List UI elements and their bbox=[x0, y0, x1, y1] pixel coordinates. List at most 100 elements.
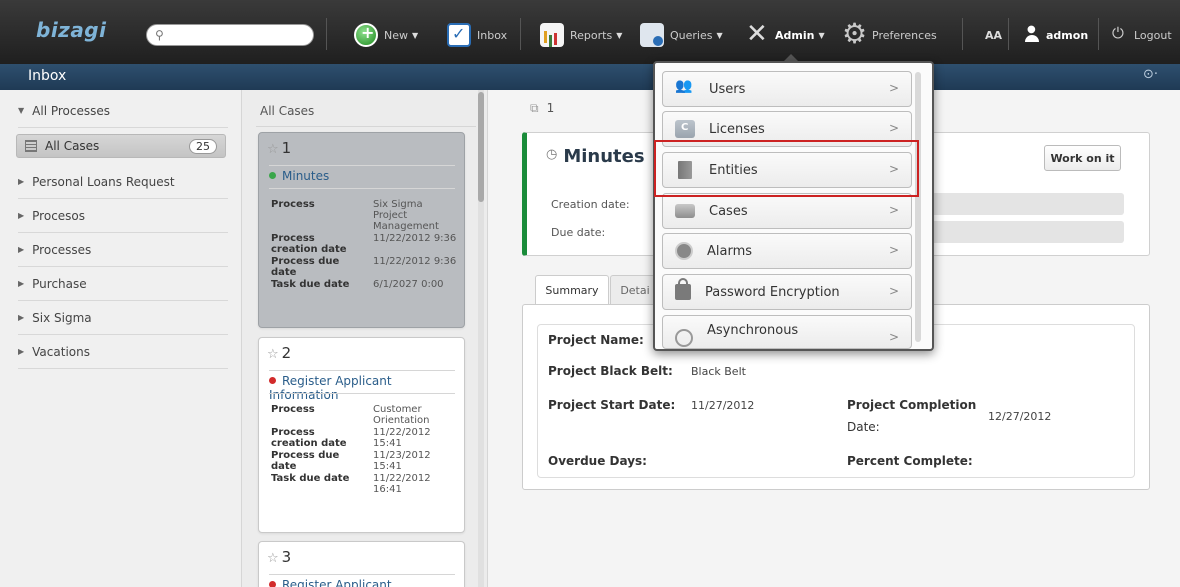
nav-queries-button[interactable]: Queries ▼ bbox=[640, 22, 723, 48]
sidebar-item-purchase[interactable]: ▶ Purchase bbox=[18, 267, 228, 301]
chevron-right-icon: > bbox=[888, 243, 899, 257]
search-box[interactable]: ⚲ bbox=[146, 24, 314, 46]
chevron-right-icon: > bbox=[888, 284, 899, 298]
nav-inbox-button[interactable]: Inbox bbox=[447, 22, 507, 48]
case-detail-row: Task due date 11/22/2012 16:41 bbox=[271, 473, 431, 495]
list-icon bbox=[25, 140, 37, 152]
case-task-link[interactable]: Register Applicant Information bbox=[269, 370, 455, 402]
query-icon bbox=[640, 23, 664, 47]
bar-chart-icon bbox=[540, 23, 564, 47]
divider bbox=[1098, 18, 1099, 50]
caret-down-icon: ▼ bbox=[716, 30, 723, 40]
case-card[interactable]: ☆ 2 Register Applicant Information Proces… bbox=[258, 337, 465, 533]
clock-icon: ◷ bbox=[546, 147, 558, 162]
scrollbar-thumb[interactable] bbox=[478, 92, 484, 202]
case-detail-number: ⧉ 1 bbox=[530, 101, 555, 115]
case-card[interactable]: ☆3 Register Applicant Information bbox=[258, 541, 465, 587]
case-detail-row: Process due date 11/22/2012 9:36 bbox=[271, 256, 457, 278]
checkbox-icon bbox=[447, 23, 471, 47]
case-icon: ⧉ bbox=[530, 101, 539, 115]
sidebar-item-all-cases[interactable]: All Cases 25 bbox=[16, 134, 226, 158]
star-icon[interactable]: ☆ bbox=[267, 551, 279, 566]
menu-item-licenses[interactable]: Licenses > bbox=[662, 111, 912, 147]
divider bbox=[269, 188, 455, 189]
star-icon[interactable]: ☆ bbox=[267, 142, 279, 157]
nav-new-button[interactable]: New ▼ bbox=[354, 22, 418, 48]
nav-inbox-label: Inbox bbox=[477, 28, 508, 42]
triangle-right-icon: ▶ bbox=[18, 177, 25, 186]
case-card-selected[interactable]: ☆ 1 Minutes Process Six Sigma Project Mana… bbox=[258, 132, 465, 328]
tab-summary[interactable]: Summary bbox=[535, 275, 609, 305]
search-input[interactable] bbox=[173, 27, 308, 43]
nav-reports-button[interactable]: Reports ▼ bbox=[540, 22, 622, 48]
menu-item-password-encryption[interactable]: Password Encryption > bbox=[662, 274, 912, 310]
creation-date-label: Creation date: bbox=[551, 198, 630, 211]
task-status-dot bbox=[269, 581, 276, 587]
case-number: ☆ 1 bbox=[267, 139, 292, 157]
chevron-right-icon: > bbox=[888, 162, 899, 176]
sidebar-item-six-sigma[interactable]: ▶ Six Sigma bbox=[18, 301, 228, 335]
nav-admin-button[interactable]: Admin▼ bbox=[745, 19, 825, 49]
project-black-belt-value: Black Belt bbox=[691, 365, 746, 378]
menu-item-cases[interactable]: Cases > bbox=[662, 193, 912, 229]
menu-item-users[interactable]: Users > bbox=[662, 71, 912, 107]
sidebar-item-procesos[interactable]: ▶ Procesos bbox=[18, 199, 228, 233]
user-menu[interactable]: admon bbox=[1024, 22, 1088, 48]
case-details: Process Customer Orientation Process crea… bbox=[271, 404, 457, 496]
case-list-scrollbar[interactable] bbox=[478, 90, 484, 587]
sidebar-item-label: Procesos bbox=[32, 208, 86, 223]
nav-admin-label: Admin bbox=[775, 28, 815, 42]
sidebar-item-personal-loans[interactable]: ▶ Personal Loans Request bbox=[18, 165, 228, 199]
view-options-icon[interactable]: ⊙· bbox=[1143, 67, 1158, 82]
divider bbox=[1008, 18, 1009, 50]
logout-label: Logout bbox=[1134, 28, 1172, 42]
bizagi-logo[interactable]: bizagi bbox=[36, 18, 106, 42]
sidebar-item-label: Processes bbox=[32, 242, 92, 257]
triangle-right-icon: ▶ bbox=[18, 347, 25, 356]
case-task-link[interactable]: Register Applicant Information bbox=[269, 574, 455, 587]
nav-preferences-button[interactable]: Preferences bbox=[842, 17, 937, 50]
star-icon[interactable]: ☆ bbox=[267, 347, 279, 362]
font-size-label: AA bbox=[985, 28, 1003, 42]
task-status-dot bbox=[269, 172, 276, 179]
chevron-right-icon: > bbox=[888, 203, 899, 217]
chevron-right-icon: > bbox=[888, 81, 899, 95]
lock-icon bbox=[675, 278, 691, 300]
triangle-right-icon: ▶ bbox=[18, 211, 25, 220]
project-completion-date-label: Project Completion bbox=[847, 398, 977, 412]
sidebar-item-all-processes[interactable]: ▼ All Processes bbox=[18, 94, 228, 128]
license-icon bbox=[675, 120, 695, 138]
sidebar-item-processes[interactable]: ▶ Processes bbox=[18, 233, 228, 267]
project-black-belt-label: Project Black Belt: bbox=[548, 364, 673, 378]
menu-item-alarms[interactable]: Alarms > bbox=[662, 233, 912, 269]
case-number: ☆ 2 bbox=[267, 344, 292, 362]
nav-queries-label: Queries bbox=[670, 28, 713, 42]
caret-down-icon: ▼ bbox=[818, 30, 825, 40]
task-status-dot bbox=[269, 377, 276, 384]
process-sidebar: ▼ All Processes All Cases 25 ▶ Personal … bbox=[0, 90, 242, 587]
logout-button[interactable]: Logout bbox=[1112, 22, 1172, 48]
menu-item-entities[interactable]: Entities > bbox=[662, 152, 912, 188]
case-detail-row: Process Customer Orientation bbox=[271, 404, 430, 426]
sidebar-item-vacations[interactable]: ▶ Vacations bbox=[18, 335, 228, 369]
user-name: admon bbox=[1046, 28, 1089, 42]
entity-icon bbox=[678, 161, 692, 179]
percent-complete-label: Percent Complete: bbox=[847, 454, 973, 468]
sidebar-item-label: Six Sigma bbox=[32, 310, 92, 325]
menu-item-asynchronous[interactable]: Asynchronous > bbox=[662, 315, 912, 349]
divider bbox=[256, 126, 476, 127]
project-start-date-value: 11/27/2012 bbox=[691, 399, 755, 412]
search-icon: ⚲ bbox=[155, 28, 164, 42]
triangle-right-icon: ▶ bbox=[18, 279, 25, 288]
case-task-link[interactable]: Minutes bbox=[269, 165, 455, 183]
due-date-label: Due date: bbox=[551, 226, 606, 239]
font-size-button[interactable]: AA bbox=[985, 22, 1002, 48]
case-detail-row: Task due date 6/1/2027 0:00 bbox=[271, 279, 444, 290]
sidebar-item-label: All Processes bbox=[32, 103, 111, 118]
chevron-right-icon: > bbox=[888, 330, 899, 344]
admin-menu-scrollbar[interactable] bbox=[915, 72, 921, 342]
case-detail-row: Process creation date 11/22/2012 9:36 bbox=[271, 233, 457, 255]
gear-icon bbox=[842, 17, 867, 50]
creation-date-value bbox=[918, 193, 1124, 215]
work-on-it-button[interactable]: Work on it bbox=[1044, 145, 1121, 171]
